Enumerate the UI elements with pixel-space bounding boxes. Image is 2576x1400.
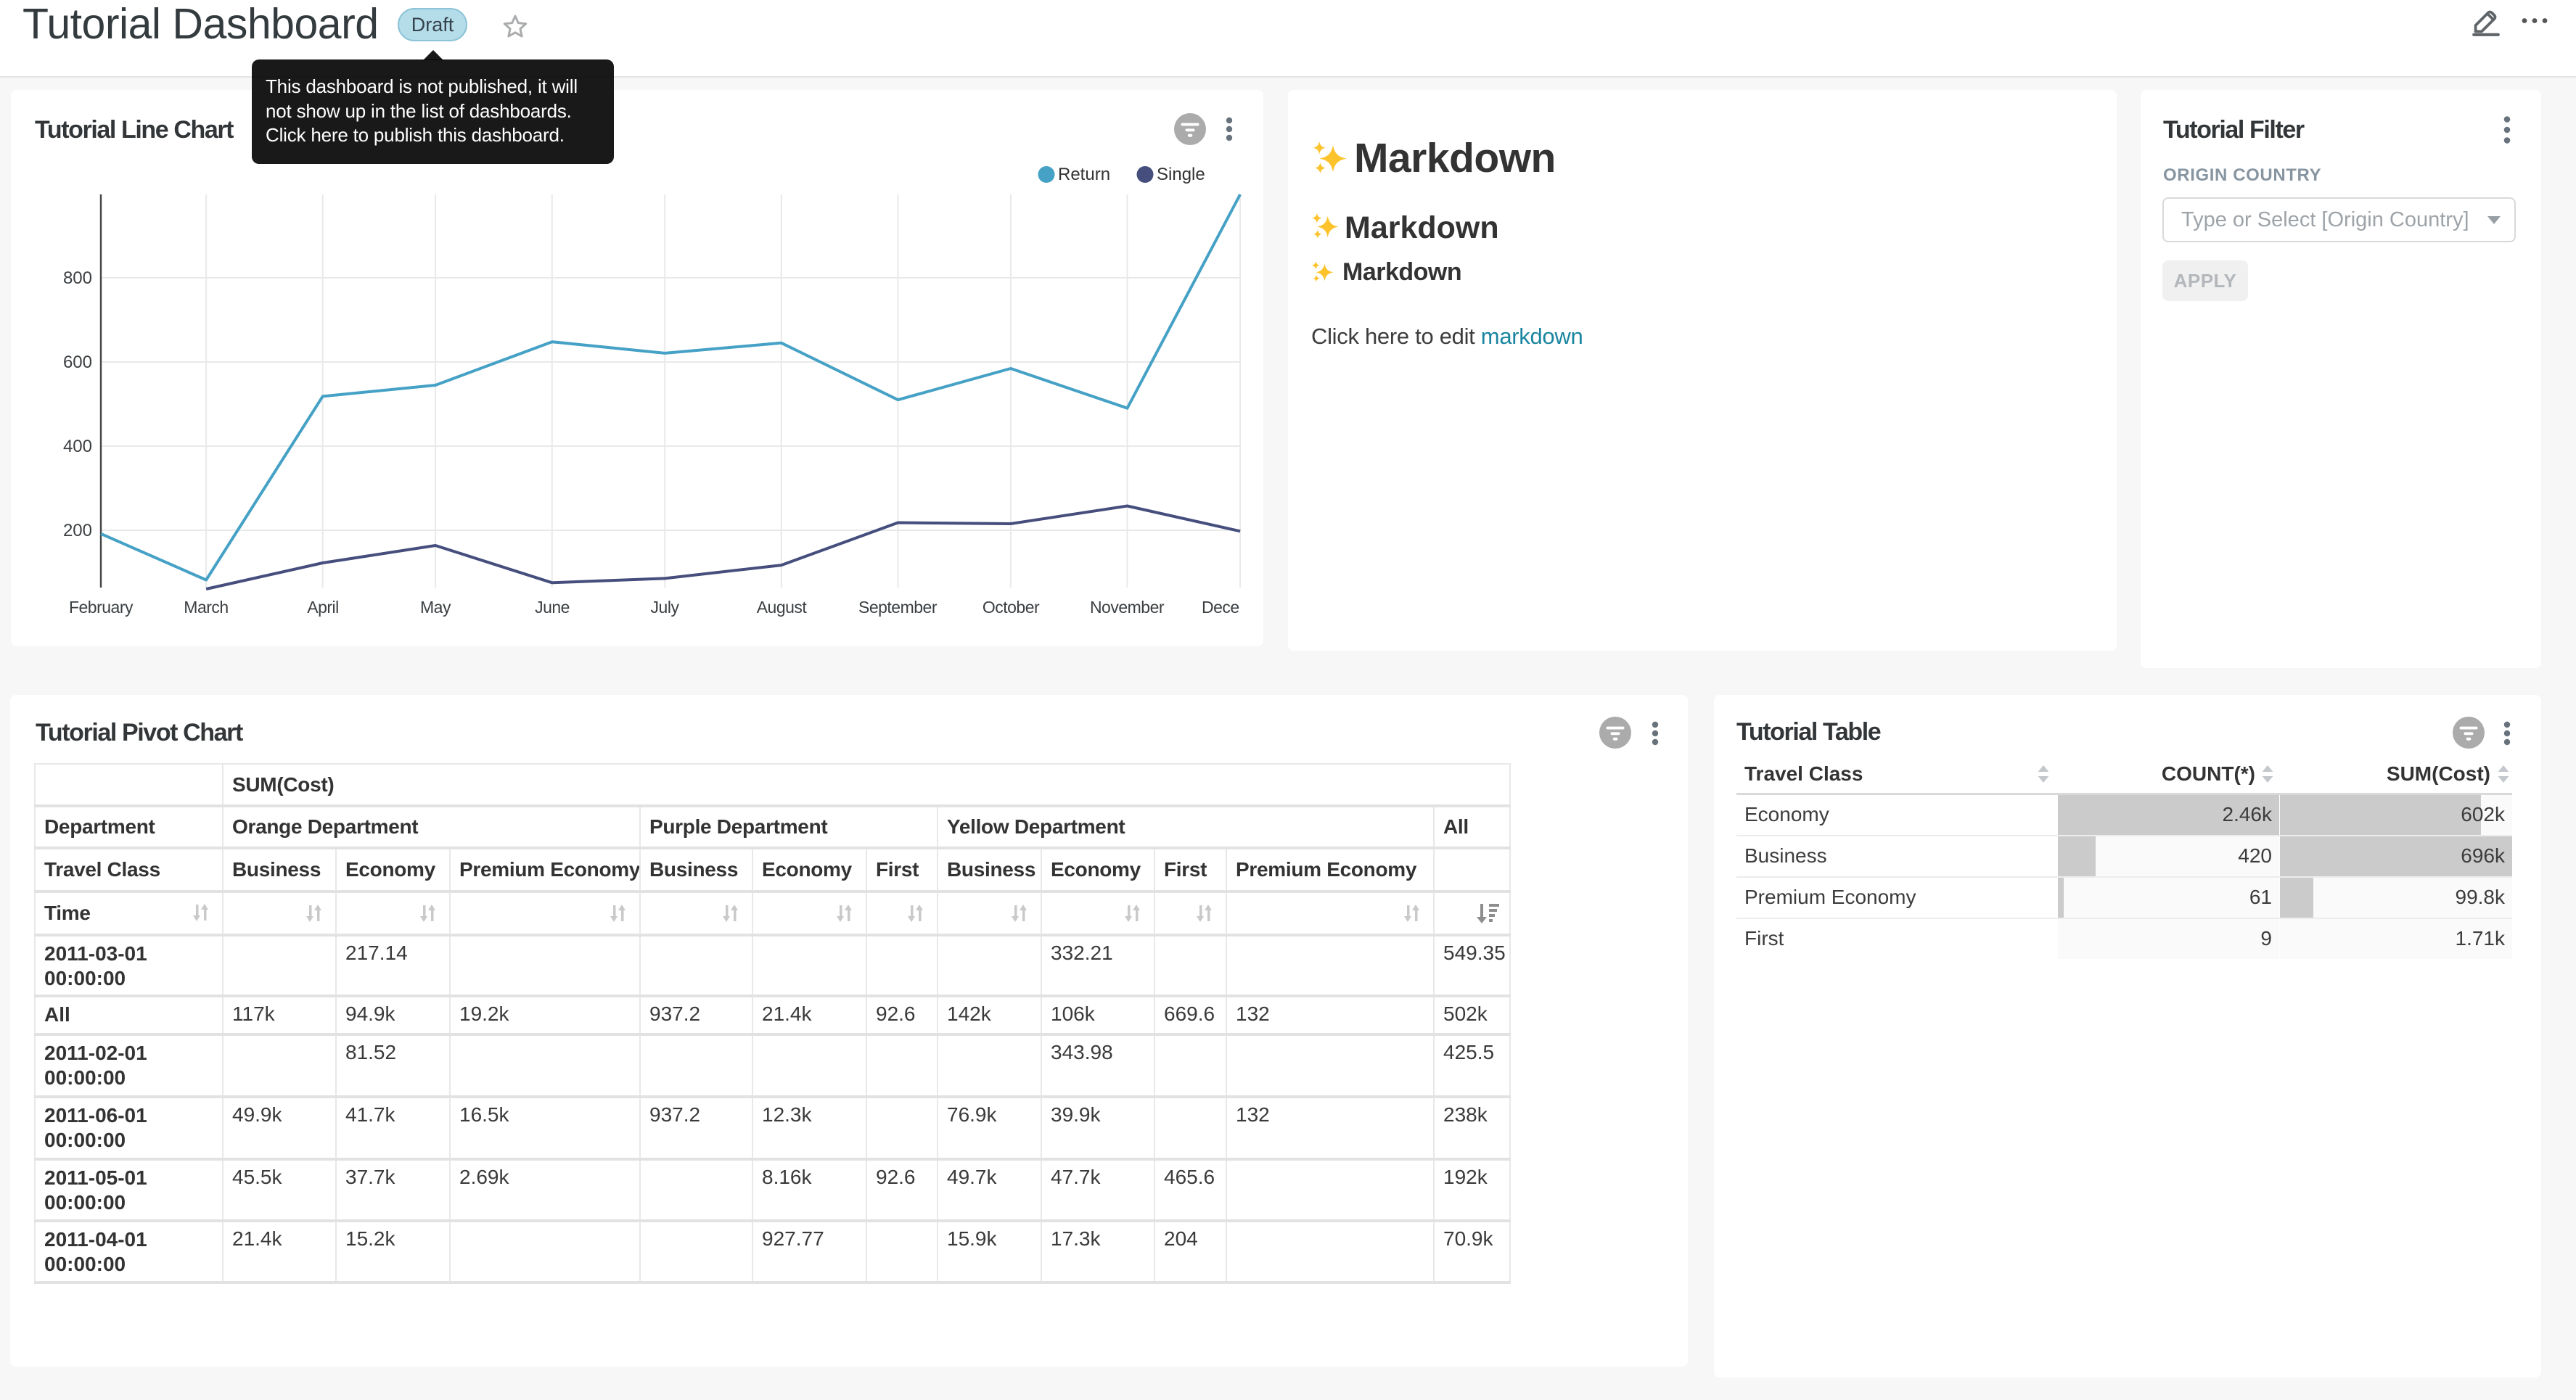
svg-text:July: July bbox=[651, 598, 680, 617]
svg-text:October: October bbox=[983, 598, 1040, 617]
svg-text:April: April bbox=[307, 598, 339, 617]
svg-text:November: November bbox=[1090, 598, 1165, 617]
svg-text:August: August bbox=[757, 598, 808, 617]
svg-text:400: 400 bbox=[63, 437, 92, 456]
svg-text:March: March bbox=[184, 598, 228, 617]
svg-text:Dece: Dece bbox=[1202, 598, 1239, 617]
svg-text:600: 600 bbox=[63, 353, 92, 372]
svg-text:Single: Single bbox=[1157, 165, 1205, 184]
svg-text:June: June bbox=[535, 598, 570, 617]
svg-text:200: 200 bbox=[63, 521, 92, 540]
svg-text:800: 800 bbox=[63, 268, 92, 288]
svg-text:September: September bbox=[858, 598, 938, 617]
svg-text:May: May bbox=[420, 598, 451, 617]
svg-text:February: February bbox=[69, 598, 134, 617]
svg-text:Return: Return bbox=[1058, 165, 1110, 184]
